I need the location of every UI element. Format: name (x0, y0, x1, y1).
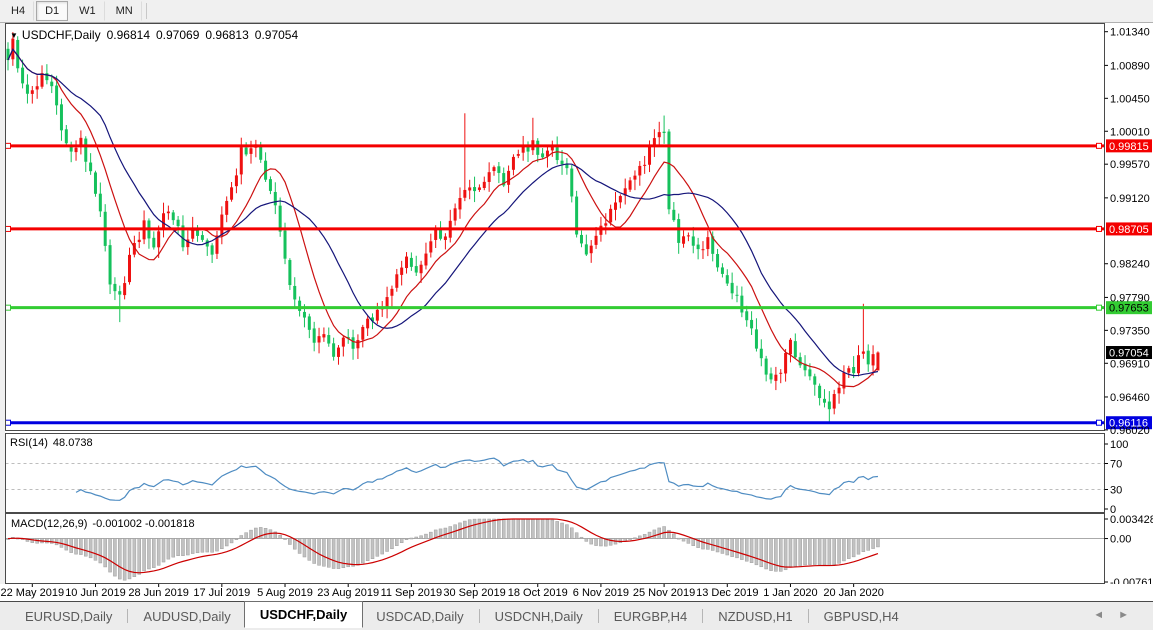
svg-text:0.97350: 0.97350 (1110, 325, 1150, 337)
tab-scroll-left-icon[interactable]: ◄ (1093, 609, 1118, 621)
macd-name: MACD(12,26,9) (11, 518, 87, 530)
chart-canvas[interactable]: 0.998150.987050.976530.961161.013401.008… (0, 0, 1153, 630)
svg-text:11 Sep 2019: 11 Sep 2019 (381, 587, 443, 599)
svg-text:13 Dec 2019: 13 Dec 2019 (696, 587, 758, 599)
tab-audusd-daily[interactable]: AUDUSD,Daily (130, 605, 243, 628)
svg-text:23 Aug 2019: 23 Aug 2019 (317, 587, 379, 599)
symbol-title: USDCHF,Daily (22, 28, 101, 42)
tab-eurgbp-h4[interactable]: EURGBP,H4 (601, 605, 700, 628)
tab-gbpusd-h4[interactable]: GBPUSD,H4 (811, 605, 912, 628)
svg-text:17 Jul 2019: 17 Jul 2019 (193, 587, 250, 599)
svg-text:25 Nov 2019: 25 Nov 2019 (633, 587, 695, 599)
svg-text:0.99120: 0.99120 (1110, 193, 1150, 205)
svg-text:1.00010: 1.00010 (1110, 126, 1150, 138)
chevron-down-icon[interactable]: ▼ (10, 31, 18, 40)
tab-scroll-arrows[interactable]: ◄► (1093, 609, 1143, 621)
quote-close: 0.97054 (255, 28, 298, 42)
svg-text:0.96910: 0.96910 (1110, 358, 1150, 370)
svg-text:0.96020: 0.96020 (1110, 425, 1150, 437)
tab-separator (598, 609, 599, 623)
svg-text:0.003428: 0.003428 (1110, 514, 1153, 526)
svg-text:0.99815: 0.99815 (1109, 141, 1149, 153)
tab-usdcnh-daily[interactable]: USDCNH,Daily (482, 605, 596, 628)
quote-low: 0.96813 (205, 28, 248, 42)
tab-separator (808, 609, 809, 623)
quote-open: 0.96814 (107, 28, 150, 42)
svg-text:1.00450: 1.00450 (1110, 93, 1150, 105)
macd-values: -0.001002 -0.001818 (92, 518, 194, 530)
macd-indicator-label: MACD(12,26,9) -0.001002 -0.001818 (11, 518, 200, 530)
svg-text:0.00: 0.00 (1110, 534, 1131, 546)
svg-text:0.98705: 0.98705 (1109, 224, 1149, 236)
svg-text:0.99570: 0.99570 (1110, 159, 1150, 171)
svg-text:0.97653: 0.97653 (1109, 303, 1149, 315)
svg-text:30: 30 (1110, 485, 1122, 497)
rsi-value: 48.0738 (53, 437, 93, 449)
svg-text:20 Jan 2020: 20 Jan 2020 (823, 587, 884, 599)
svg-text:28 Jun 2019: 28 Jun 2019 (128, 587, 189, 599)
svg-text:6 Nov 2019: 6 Nov 2019 (573, 587, 629, 599)
svg-text:0.97054: 0.97054 (1109, 348, 1149, 360)
tab-usdchf-daily[interactable]: USDCHF,Daily (244, 601, 363, 628)
timeframe-button-h4[interactable]: H4 (2, 1, 34, 21)
svg-text:1.01340: 1.01340 (1110, 27, 1150, 39)
tab-eurusd-daily[interactable]: EURUSD,Daily (12, 605, 125, 628)
tab-usdcad-daily[interactable]: USDCAD,Daily (363, 605, 476, 628)
svg-text:70: 70 (1110, 459, 1122, 471)
svg-text:10 Jun 2019: 10 Jun 2019 (65, 587, 126, 599)
svg-text:0.97790: 0.97790 (1110, 292, 1150, 304)
rsi-name: RSI(14) (10, 437, 48, 449)
svg-text:18 Oct 2019: 18 Oct 2019 (508, 587, 568, 599)
tab-separator (702, 609, 703, 623)
timeframe-button-d1[interactable]: D1 (36, 1, 68, 21)
timeframe-button-w1[interactable]: W1 (70, 1, 105, 21)
tab-separator (479, 609, 480, 623)
rsi-indicator-label: RSI(14) 48.0738 (10, 437, 98, 449)
tab-nzdusd-h1[interactable]: NZDUSD,H1 (705, 605, 805, 628)
svg-text:100: 100 (1110, 439, 1128, 451)
svg-text:1 Jan 2020: 1 Jan 2020 (763, 587, 817, 599)
terminal-window: H4D1W1MN 0.998150.987050.976530.961161.0… (0, 0, 1153, 630)
chart-tab-bar: EURUSD,DailyAUDUSD,DailyUSDCHF,DailyUSDC… (0, 601, 1153, 630)
date-axis[interactable]: 22 May 201910 Jun 201928 Jun 2019 17 Jul … (0, 584, 1153, 600)
svg-text:5 Aug 2019: 5 Aug 2019 (257, 587, 313, 599)
rsi-axis[interactable]: 10070300 (1105, 439, 1129, 516)
svg-text:30 Sep 2019: 30 Sep 2019 (443, 587, 505, 599)
tab-scroll-right-icon[interactable]: ► (1118, 609, 1143, 621)
toolbar-separator (146, 3, 147, 19)
quote-high: 0.97069 (156, 28, 199, 42)
timeframe-toolbar: H4D1W1MN (0, 0, 1153, 23)
svg-text:1.00890: 1.00890 (1110, 60, 1150, 72)
svg-text:0.96460: 0.96460 (1110, 392, 1150, 404)
tab-separator (127, 609, 128, 623)
chart-header: ▼ USDCHF,Daily 0.96814 0.97069 0.96813 0.9705… (10, 28, 304, 42)
macd-axis[interactable]: 0.0034280.00-0.007615 (1105, 514, 1153, 589)
timeframe-button-mn[interactable]: MN (107, 1, 142, 21)
current-price-badge: 0.97054 (1106, 346, 1152, 360)
svg-text:22 May 2019: 22 May 2019 (0, 587, 64, 599)
svg-text:0.98240: 0.98240 (1110, 259, 1150, 271)
